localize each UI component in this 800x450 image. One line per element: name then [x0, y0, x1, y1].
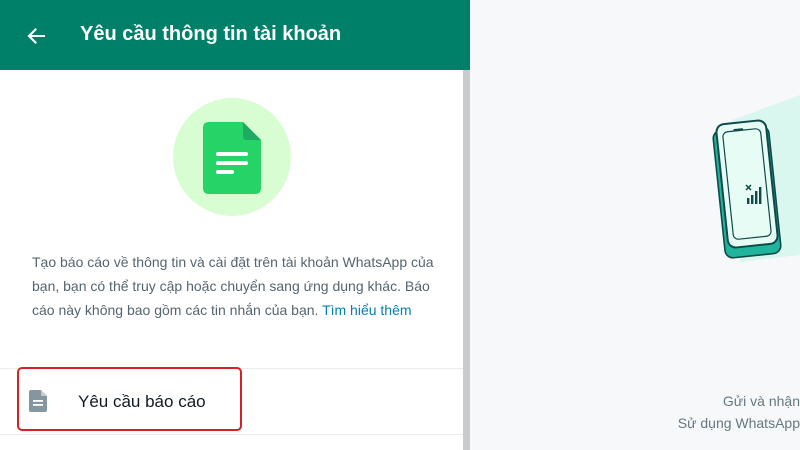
- panel-header: Yêu cầu thông tin tài khoản: [0, 0, 470, 70]
- page-title: Yêu cầu thông tin tài khoản: [80, 23, 342, 45]
- intro-line-1: Gửi và nhận: [722, 393, 800, 409]
- request-report-button[interactable]: Yêu cầu báo cáo: [0, 370, 464, 434]
- learn-more-link[interactable]: Tìm hiểu thêm: [322, 302, 411, 318]
- document-icon: [29, 390, 47, 412]
- document-icon: [203, 122, 261, 194]
- divider: [0, 368, 464, 369]
- scrollbar[interactable]: [463, 70, 470, 450]
- phone-no-signal-icon: [712, 95, 800, 262]
- divider: [0, 434, 464, 435]
- report-description: Tạo báo cáo về thông tin và cài đặt trên…: [32, 250, 434, 322]
- illustration-circle: [173, 98, 291, 216]
- intro-text: Gửi và nhận Sử dụng WhatsApp: [500, 390, 800, 434]
- intro-panel: Gửi và nhận Sử dụng WhatsApp: [470, 0, 800, 450]
- back-arrow-icon[interactable]: [22, 22, 50, 50]
- request-report-label: Yêu cầu báo cáo: [78, 392, 206, 411]
- intro-line-2: Sử dụng WhatsApp: [677, 415, 800, 431]
